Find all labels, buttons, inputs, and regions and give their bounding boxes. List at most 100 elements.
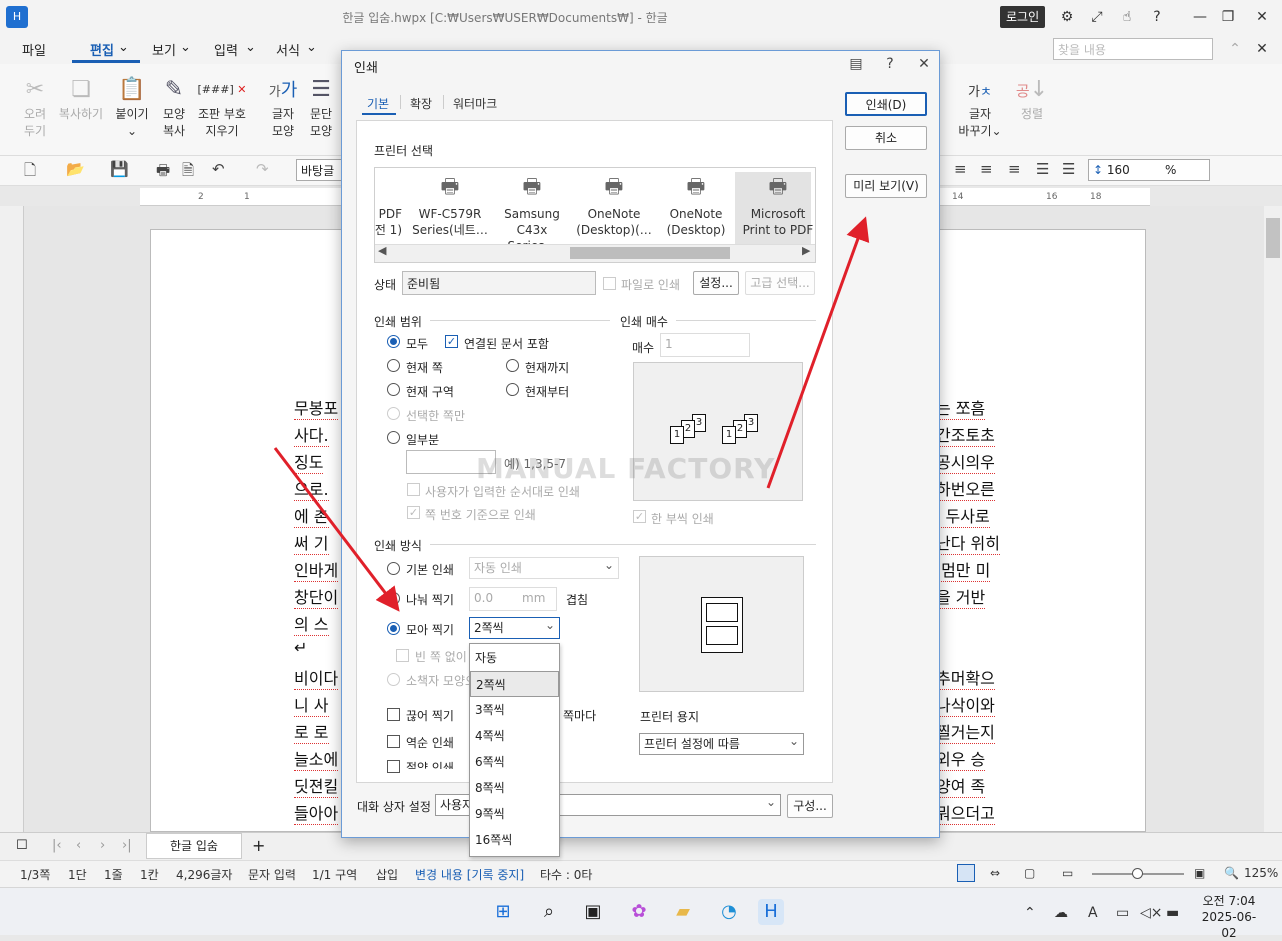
method-gather-radio[interactable] — [387, 622, 400, 635]
print-button[interactable]: 인쇄(D) — [845, 92, 927, 116]
restore-icon[interactable]: ❐ — [1218, 7, 1238, 27]
menu-format[interactable]: 서식 — [276, 40, 300, 59]
copies-input[interactable]: 1 — [660, 333, 750, 357]
save-print-checkbox[interactable] — [387, 760, 400, 773]
collapse-ribbon-icon[interactable]: ⌃ — [1225, 39, 1245, 59]
tab-last-icon[interactable]: ›| — [122, 838, 132, 853]
tab-basic[interactable]: 기본 — [367, 95, 389, 112]
method-split-radio[interactable] — [387, 592, 400, 605]
basic-print-select[interactable]: 자동 인쇄 — [469, 555, 619, 579]
dropdown-option[interactable]: 6쪽씩 — [470, 749, 559, 775]
shape-copy-button[interactable]: ✎ 모양 복사 — [152, 74, 196, 140]
range-all-radio[interactable] — [387, 335, 400, 348]
menu-format-caret[interactable]: ⌄ — [306, 40, 317, 55]
printer-item[interactable]: 🖶 WF-C579R Series(네트… — [412, 176, 488, 238]
zoom-fit-icon[interactable]: ▣ — [1194, 866, 1205, 880]
copy-button[interactable]: ❏ 복사하기 — [58, 74, 104, 123]
help-icon[interactable]: ? — [1147, 7, 1167, 27]
align-left-icon[interactable]: ≡ — [954, 160, 967, 178]
tab-next-icon[interactable]: › — [100, 838, 105, 853]
zoom-level[interactable]: 125% — [1244, 866, 1278, 880]
zoom-icon[interactable]: 🔍 — [1224, 866, 1239, 880]
printer-list-scroll-thumb[interactable] — [570, 247, 730, 259]
dropdown-option[interactable]: 4쪽씩 — [470, 723, 559, 749]
dropdown-option[interactable]: 3쪽씩 — [470, 697, 559, 723]
range-partial-radio[interactable] — [387, 431, 400, 444]
login-button[interactable]: 로그인 — [1000, 6, 1046, 28]
include-linked-checkbox[interactable]: ✓ — [445, 335, 458, 348]
status-page[interactable]: 1/3쪽 — [20, 866, 50, 883]
dropdown-option[interactable]: 16쪽씩 — [470, 827, 559, 853]
doc-list-icon[interactable]: ☐ — [16, 838, 28, 853]
vertical-scrollbar[interactable] — [1264, 206, 1282, 832]
view-full-icon[interactable]: ▭ — [1062, 866, 1073, 880]
range-to-current-radio[interactable] — [506, 359, 519, 372]
zoom-slider-thumb[interactable] — [1132, 868, 1143, 879]
align-right-icon[interactable]: ≡ — [1008, 160, 1021, 178]
copilot-icon[interactable]: ✿ — [626, 899, 652, 925]
volume-icon[interactable]: ◁× — [1140, 905, 1163, 921]
add-tab-icon[interactable]: + — [252, 836, 265, 855]
preview-button[interactable]: 미리 보기(V) — [845, 174, 927, 198]
scroll-left-icon[interactable]: ◀ — [378, 244, 386, 257]
view-normal-icon[interactable] — [957, 864, 975, 882]
tab-extended[interactable]: 확장 — [410, 95, 432, 112]
settings-button[interactable]: 설정... — [693, 271, 739, 295]
view-page-icon[interactable]: ▢ — [1024, 866, 1035, 880]
menu-edit-caret[interactable]: ⌄ — [118, 40, 129, 55]
split-value-input[interactable]: 0.0 mm — [469, 587, 557, 611]
advanced-button[interactable]: 고급 선택... — [745, 271, 815, 295]
search-icon[interactable]: ⌕ — [536, 899, 562, 925]
status-track-changes[interactable]: 변경 내용 [기록 중지] — [415, 866, 524, 883]
undo-icon[interactable]: ↶ — [212, 160, 225, 178]
expand-icon[interactable]: ⤢ — [1087, 7, 1107, 27]
paste-caret[interactable]: ⌄ — [127, 124, 137, 138]
align-center-icon[interactable]: ≡ — [980, 160, 993, 178]
cancel-button[interactable]: 취소 — [845, 126, 927, 150]
replace-caret[interactable]: ⌄ — [992, 124, 1002, 138]
taskbar-clock[interactable]: 오전 7:04 2025-06-02 — [1196, 893, 1262, 941]
printer-paper-select[interactable]: 프린터 설정에 따름 — [639, 731, 804, 755]
font-icon[interactable]: A — [1088, 905, 1098, 921]
align-justify-icon[interactable]: ☰ — [1036, 160, 1049, 178]
para-shape-button[interactable]: ☰ 문단 모양 — [300, 74, 342, 140]
print-preview-icon[interactable]: 🗎 — [182, 160, 194, 185]
range-from-current-radio[interactable] — [506, 383, 519, 396]
find-input[interactable]: 찾을 내용 — [1053, 38, 1213, 60]
range-current-section-radio[interactable] — [387, 383, 400, 396]
network-icon[interactable]: ▭ — [1116, 905, 1129, 921]
dropdown-option[interactable]: 9쪽씩 — [470, 801, 559, 827]
style-select[interactable]: 바탕글 — [296, 159, 346, 181]
menu-view-caret[interactable]: ⌄ — [180, 40, 191, 55]
edge-icon[interactable]: ◔ — [716, 899, 742, 925]
scroll-right-icon[interactable]: ▶ — [802, 244, 810, 257]
tab-first-icon[interactable]: |‹ — [52, 838, 62, 853]
hwp-taskbar-icon[interactable]: H — [758, 899, 784, 925]
reverse-print-checkbox[interactable] — [387, 735, 400, 748]
printer-item[interactable]: 🖶 OneNote (Desktop)(… — [576, 176, 652, 238]
task-view-icon[interactable]: ▣ — [580, 899, 606, 925]
redo-icon[interactable]: ↷ — [256, 160, 269, 178]
close-icon[interactable]: ✕ — [1252, 7, 1272, 27]
windows-start-icon[interactable]: ⊞ — [490, 899, 516, 925]
align-distribute-icon[interactable]: ☰ — [1062, 160, 1075, 178]
tab-watermark[interactable]: 워터마크 — [453, 95, 497, 112]
page-number-checkbox[interactable]: ✓ — [407, 506, 420, 519]
close-doc-icon[interactable]: ✕ — [1252, 39, 1272, 59]
sort-button[interactable]: 공↓ 정렬 — [1010, 74, 1054, 123]
menu-view[interactable]: 보기 — [152, 40, 176, 59]
line-spacing-field[interactable]: ↕ 160% — [1088, 159, 1210, 181]
replace-button[interactable]: 가ㅊ 글자 바꾸기⌄ — [954, 74, 1006, 140]
print-to-file-checkbox[interactable] — [603, 277, 616, 290]
open-folder-icon[interactable]: 📂 — [66, 160, 85, 178]
new-doc-icon[interactable]: 🗋 — [24, 160, 36, 185]
dialog-menu-icon[interactable]: ▤ — [848, 56, 864, 72]
file-explorer-icon[interactable]: ▰ — [670, 899, 696, 925]
document-tab[interactable]: 한글 입숨 — [146, 833, 242, 859]
printer-item[interactable]: 🖶 OneNote (Desktop) — [658, 176, 734, 238]
collate-checkbox[interactable]: ✓ — [633, 510, 646, 523]
settings-icon[interactable]: ⚙ — [1057, 7, 1077, 27]
menu-edit[interactable]: 편집 — [90, 40, 114, 59]
print-icon[interactable]: 🖶 — [156, 160, 170, 185]
method-booklet-radio[interactable] — [387, 673, 400, 686]
